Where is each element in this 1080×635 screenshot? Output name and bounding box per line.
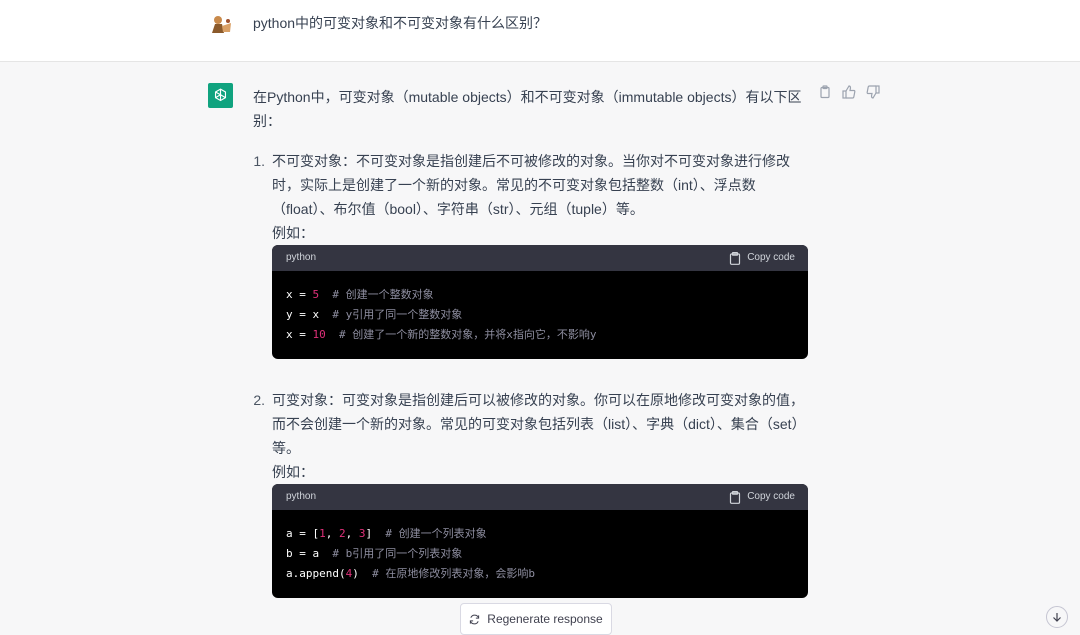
user-message-row: python中的可变对象和不可变对象有什么区别？ (0, 0, 1080, 62)
code-language: python (286, 491, 317, 502)
code-header: python Copy code (272, 484, 808, 510)
regenerate-label: Regenerate response (487, 612, 603, 626)
list-number: 1. (253, 153, 265, 169)
code-language: python (286, 252, 317, 263)
list-item: 2. 可变对象：可变对象是指创建后可以被修改的对象。你可以在原地修改可变对象的值… (253, 388, 808, 598)
code-line: b = a # b引用了同一个列表对象 (286, 547, 463, 560)
code-line: x = 10 # 创建了一个新的整数对象，并将x指向它，不影响y (286, 328, 597, 341)
intro-text: 在Python中，可变对象（mutable objects）和不可变对象（imm… (253, 89, 802, 129)
code-block: python Copy code x = 5 # 创建一个整数对象 y = x … (272, 245, 808, 359)
message-actions (818, 85, 880, 99)
code-line: a.append(4) # 在原地修改列表对象，会影响b (286, 567, 535, 580)
assistant-message-content: 在Python中，可变对象（mutable objects）和不可变对象（imm… (253, 85, 808, 598)
example-label: 例如： (272, 225, 314, 241)
user-avatar-icon (209, 13, 233, 35)
copy-code-button[interactable]: Copy code (729, 485, 795, 509)
copy-icon[interactable] (818, 85, 832, 99)
code-line: a = [1, 2, 3] # 创建一个列表对象 (286, 527, 487, 540)
arrow-down-icon (1053, 613, 1061, 622)
thumbs-up-icon[interactable] (842, 85, 856, 99)
code-header: python Copy code (272, 245, 808, 271)
scroll-to-bottom-button[interactable] (1046, 606, 1068, 628)
clipboard-icon (730, 251, 741, 265)
list-item-text: 不可变对象：不可变对象是指创建后不可被修改的对象。当你对不可变对象进行修改时，实… (272, 153, 790, 217)
copy-code-label: Copy code (747, 252, 795, 263)
list-item: 1. 不可变对象：不可变对象是指创建后不可被修改的对象。当你对不可变对象进行修改… (253, 149, 808, 359)
openai-logo-icon (208, 83, 233, 108)
copy-code-button[interactable]: Copy code (729, 246, 795, 270)
clipboard-icon (730, 490, 741, 504)
regenerate-response-button[interactable]: Regenerate response (460, 603, 612, 635)
thumbs-down-icon[interactable] (866, 85, 880, 99)
refresh-icon (470, 614, 480, 624)
code-content: x = 5 # 创建一个整数对象 y = x # y引用了同一个整数对象 x =… (272, 271, 808, 357)
code-block: python Copy code a = [1, 2, 3] # 创建一个列表对… (272, 484, 808, 598)
user-message-text: python中的可变对象和不可变对象有什么区别？ (253, 15, 548, 31)
code-line: y = x # y引用了同一个整数对象 (286, 308, 463, 321)
list-number: 2. (253, 392, 265, 408)
example-label: 例如： (272, 464, 314, 480)
code-content: a = [1, 2, 3] # 创建一个列表对象 b = a # b引用了同一个… (272, 510, 808, 596)
list-item-text: 可变对象：可变对象是指创建后可以被修改的对象。你可以在原地修改可变对象的值，而不… (272, 392, 806, 456)
code-line: x = 5 # 创建一个整数对象 (286, 288, 434, 301)
copy-code-label: Copy code (747, 491, 795, 502)
